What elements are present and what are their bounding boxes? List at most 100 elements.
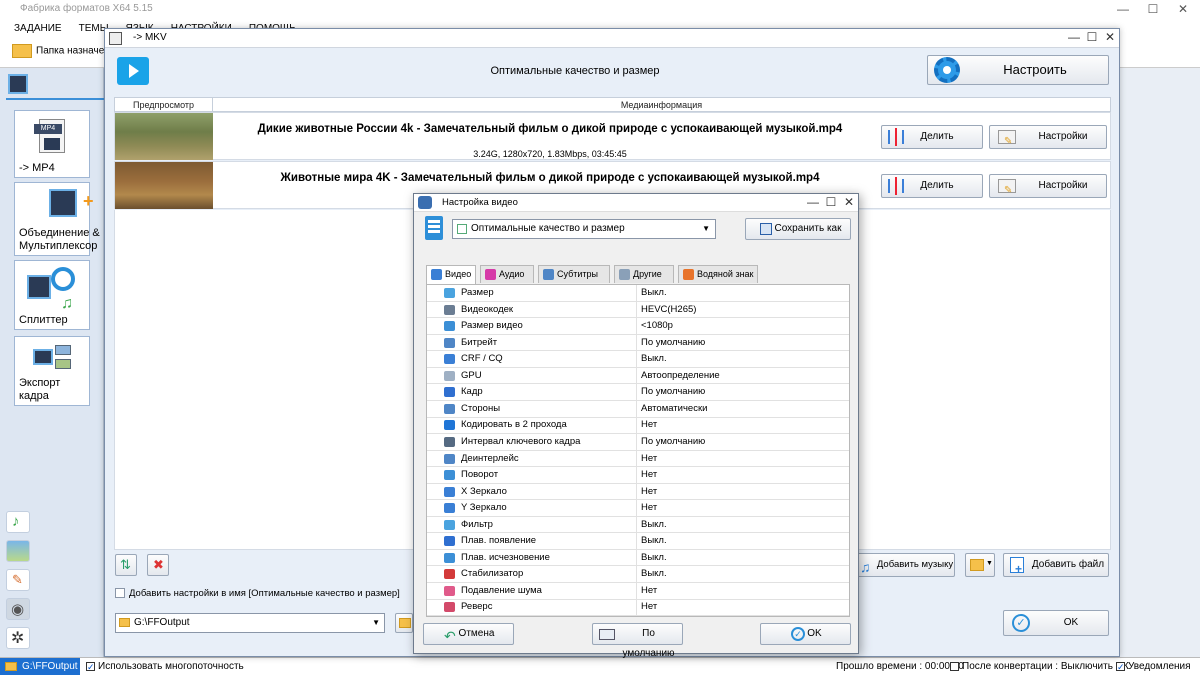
after-convert-toggle[interactable]: После конвертации : Выключить ПК — [950, 658, 1129, 675]
mkv-ok-button[interactable]: ✓ OK — [1003, 610, 1109, 636]
setting-row[interactable]: X Зеркало Нет — [427, 483, 849, 501]
column-divider — [636, 318, 637, 336]
tab-other[interactable]: Другие — [614, 265, 674, 283]
close-icon[interactable]: ✕ — [1168, 0, 1198, 18]
maximize-icon[interactable]: ☐ — [822, 195, 840, 209]
tool-splitter[interactable]: ♫ Сплиттер — [14, 260, 90, 330]
add-settings-to-name[interactable]: Добавить настройки в имя [Оптимальные ка… — [115, 588, 400, 599]
menu-task[interactable]: ЗАДАНИЕ — [14, 23, 62, 34]
setting-row[interactable]: GPU Автоопределение — [427, 367, 849, 385]
tab-subtitles[interactable]: Субтитры — [538, 265, 610, 283]
add-folder-button[interactable]: ▼ — [965, 553, 995, 577]
configure-button[interactable]: Настроить — [927, 55, 1109, 85]
setting-name: Y Зеркало — [461, 502, 507, 514]
setting-row[interactable]: Кодировать в 2 прохода Нет — [427, 417, 849, 435]
setting-value[interactable]: По умолчанию — [641, 434, 705, 450]
setting-value[interactable]: Выкл. — [641, 533, 667, 549]
tool-merge-mux[interactable]: + Объединение & Мультиплексор — [14, 182, 100, 256]
setting-row[interactable]: Размер Выкл. — [427, 285, 849, 302]
setting-value[interactable]: Выкл. — [641, 550, 667, 566]
setting-value[interactable]: По умолчанию — [641, 335, 705, 351]
preset-select[interactable]: Оптимальные качество и размер ▼ — [452, 219, 716, 239]
close-icon[interactable]: ✕ — [840, 195, 858, 209]
close-icon[interactable]: ✕ — [1101, 30, 1119, 44]
setting-row[interactable]: Плав. исчезновение Выкл. — [427, 549, 849, 567]
setting-value[interactable]: HEVC(H265) — [641, 302, 696, 318]
video-category-icon[interactable] — [8, 74, 28, 94]
setting-row[interactable]: Поворот Нет — [427, 467, 849, 485]
setting-value[interactable]: Нет — [641, 451, 657, 467]
setting-value[interactable]: Выкл. — [641, 351, 667, 367]
minimize-icon[interactable]: — — [1065, 30, 1083, 44]
browse-folder-button[interactable] — [395, 613, 413, 633]
multithread-checkbox[interactable] — [86, 659, 95, 675]
setting-row[interactable]: Размер видео <1080p — [427, 318, 849, 336]
setting-row[interactable]: Стабилизатор Выкл. — [427, 566, 849, 584]
split-button[interactable]: Делить — [881, 174, 983, 198]
setting-value[interactable]: Автоопределение — [641, 368, 720, 384]
setting-row[interactable]: Плав. появление Выкл. — [427, 533, 849, 551]
setting-value[interactable]: Выкл. — [641, 566, 667, 582]
setting-value[interactable]: Нет — [641, 484, 657, 500]
document-icon[interactable]: ✎ — [6, 569, 30, 591]
settings-tools-icon: ✎ — [998, 130, 1016, 147]
setting-value[interactable]: Выкл. — [641, 517, 667, 533]
file-settings-button[interactable]: ✎ Настройки — [989, 125, 1107, 149]
minimize-icon[interactable]: — — [804, 195, 822, 209]
setting-value[interactable]: Выкл. — [641, 285, 667, 301]
tool-export-frame[interactable]: Экспорт кадра — [14, 336, 90, 406]
add-file-button[interactable]: + Добавить файл — [1003, 553, 1109, 577]
remove-button[interactable]: ✖ — [147, 554, 169, 576]
output-path-combo[interactable]: G:\FFOutput ▼ — [115, 613, 385, 633]
setting-row[interactable]: Деинтерлейс Нет — [427, 450, 849, 468]
file-settings-button[interactable]: ✎ Настройки — [989, 174, 1107, 198]
setting-value[interactable]: Нет — [641, 417, 657, 433]
setting-value[interactable]: Нет — [641, 467, 657, 483]
multithread-toggle[interactable]: Использовать многопоточность — [86, 658, 244, 675]
setting-row[interactable]: Видеокодек HEVC(H265) — [427, 301, 849, 319]
film-reel-icon[interactable]: ✲ — [6, 627, 30, 649]
dialog-ok-button[interactable]: ✓ OK — [760, 623, 851, 645]
tab-watermark[interactable]: Водяной знак — [678, 265, 758, 283]
tool-to-mp4[interactable]: MP4 -> MP4 — [14, 110, 90, 178]
setting-value[interactable]: По умолчанию — [641, 384, 705, 400]
notify-toggle[interactable]: Уведомления — [1116, 658, 1191, 675]
image-icon[interactable] — [6, 540, 30, 562]
default-button[interactable]: По умолчанию — [592, 623, 683, 659]
cancel-button[interactable]: ↶ Отмена — [423, 623, 514, 645]
status-output-path[interactable]: G:\FFOutput — [0, 658, 80, 675]
after-convert-checkbox[interactable] — [950, 661, 959, 671]
sort-button[interactable]: ⇅ — [115, 554, 137, 576]
setting-row[interactable]: Подавление шума Нет — [427, 582, 849, 600]
setting-value[interactable]: Нет — [641, 500, 657, 516]
setting-value[interactable]: Нет — [641, 583, 657, 599]
notify-checkbox[interactable] — [1116, 659, 1125, 675]
setting-row[interactable]: Фильтр Выкл. — [427, 516, 849, 534]
file-row[interactable]: Дикие животные России 4k - Замечательный… — [114, 112, 1111, 160]
add-settings-checkbox[interactable] — [115, 588, 125, 599]
music-icon[interactable]: ♪ — [6, 511, 30, 533]
undo-arrow-icon: ↶ — [444, 628, 456, 644]
left-panel: MP4 -> MP4 + Объединение & Мультиплексор… — [0, 68, 106, 658]
minimize-icon[interactable]: — — [1108, 0, 1138, 18]
setting-row[interactable]: Y Зеркало Нет — [427, 500, 849, 518]
save-as-button[interactable]: Сохранить как — [745, 218, 851, 240]
setting-name: Видеокодек — [461, 303, 514, 315]
setting-row[interactable]: Битрейт По умолчанию — [427, 334, 849, 352]
setting-value[interactable]: Автоматически — [641, 401, 707, 417]
maximize-icon[interactable]: ☐ — [1083, 30, 1101, 44]
setting-row[interactable]: Реверс Нет — [427, 599, 849, 616]
split-button[interactable]: Делить — [881, 125, 983, 149]
setting-value[interactable]: <1080p — [641, 318, 673, 334]
setting-name: Размер видео — [461, 320, 523, 332]
setting-row[interactable]: Интервал ключевого кадра По умолчанию — [427, 433, 849, 451]
tab-video[interactable]: Видео — [426, 265, 476, 284]
setting-row[interactable]: Стороны Автоматически — [427, 400, 849, 418]
maximize-icon[interactable]: ☐ — [1138, 0, 1168, 18]
setting-row[interactable]: Кадр По умолчанию — [427, 384, 849, 402]
setting-value[interactable]: Нет — [641, 599, 657, 615]
tab-audio[interactable]: Аудио — [480, 265, 534, 283]
disc-icon[interactable]: ◉ — [6, 598, 30, 620]
setting-row[interactable]: CRF / CQ Выкл. — [427, 351, 849, 369]
add-music-button[interactable]: ♫ Добавить музыку — [855, 553, 955, 577]
